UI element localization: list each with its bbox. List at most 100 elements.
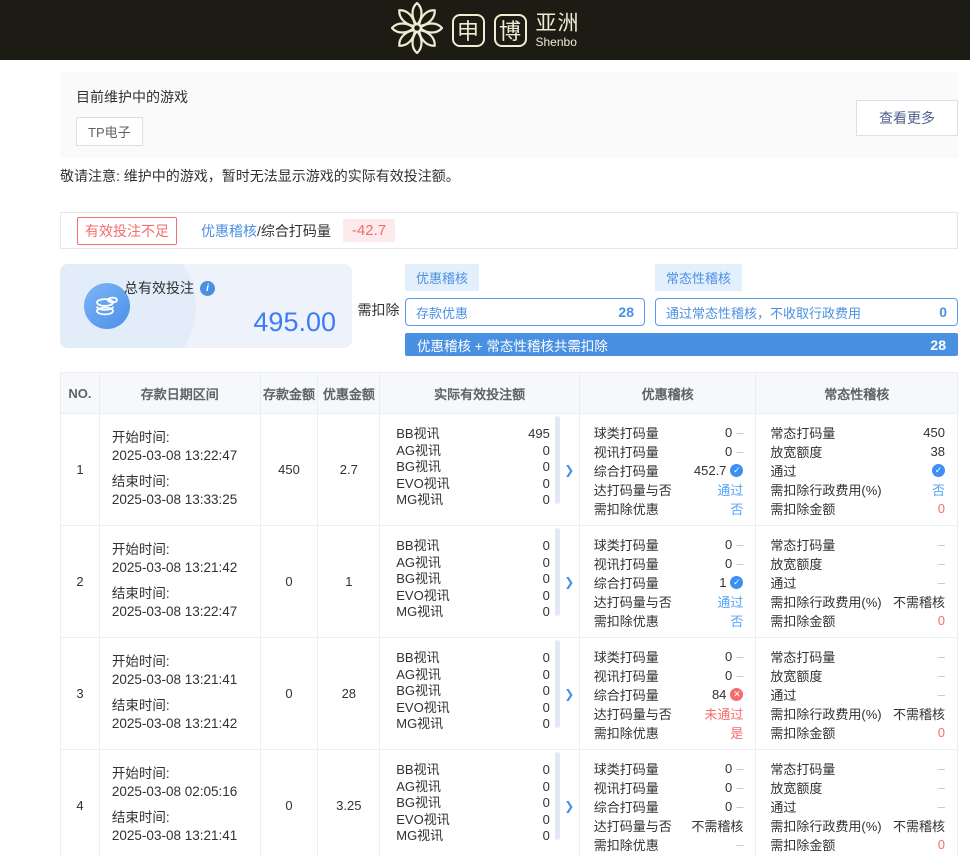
kv-row: 常态打码量– bbox=[770, 535, 945, 554]
kv-value: 不需稽核 bbox=[893, 704, 945, 723]
header-valid-bets: 实际有效投注额 bbox=[380, 373, 580, 413]
game-row: EVO视讯0 bbox=[396, 476, 550, 493]
games-scrollbar-thumb[interactable] bbox=[555, 416, 560, 504]
game-name: AG视讯 bbox=[396, 555, 441, 572]
game-name: AG视讯 bbox=[396, 779, 441, 796]
start-time-label: 开始时间: bbox=[112, 541, 260, 559]
header-promo-audit: 优惠稽核 bbox=[580, 373, 757, 413]
kv-row: 综合打码量0– bbox=[594, 797, 744, 816]
expand-cell: ❯ bbox=[560, 414, 580, 525]
kv-label: 达打码量与否 bbox=[594, 704, 672, 723]
kv-value: 0 bbox=[938, 613, 945, 628]
kv-label: 需扣除行政费用(%) bbox=[770, 592, 881, 611]
valid-bets-cell: BB视讯495AG视讯0BG视讯0EVO视讯0MG视讯0 bbox=[380, 414, 560, 525]
kv-row: 视讯打码量0– bbox=[594, 554, 744, 573]
game-value: 0 bbox=[543, 795, 550, 812]
end-time-value: 2025-03-08 13:22:47 bbox=[112, 603, 260, 621]
check-circle-icon: ✓ bbox=[730, 576, 743, 589]
insufficient-bet-badge: 有效投注不足 bbox=[77, 217, 177, 245]
main-content: 目前维护中的游戏 TP电子 查看更多 敬请注意: 维护中的游戏，暂时无法显示游戏… bbox=[60, 72, 958, 857]
kv-row: 需扣除金额0 bbox=[770, 611, 945, 630]
end-time-label: 结束时间: bbox=[112, 809, 260, 827]
expand-cell: ❯ bbox=[560, 526, 580, 637]
kv-value: – bbox=[938, 799, 945, 814]
game-name: EVO视讯 bbox=[396, 476, 449, 493]
kv-label: 常态打码量 bbox=[770, 647, 835, 666]
kv-row: 球类打码量0– bbox=[594, 647, 744, 666]
kv-label: 达打码量与否 bbox=[594, 816, 672, 835]
game-row: MG视讯0 bbox=[396, 492, 550, 509]
kv-value: 是 bbox=[730, 723, 743, 742]
logo-region: 亚洲 bbox=[536, 13, 580, 34]
game-value: 0 bbox=[543, 459, 550, 476]
kv-value: 0– bbox=[725, 444, 743, 459]
normal-audit-tab[interactable]: 常态性稽核 bbox=[655, 264, 742, 291]
kv-row: 通过– bbox=[770, 797, 945, 816]
kv-row: 达打码量与否 未通过 bbox=[594, 704, 744, 723]
kv-label: 需扣除优惠 bbox=[594, 835, 659, 854]
end-time-value: 2025-03-08 13:33:25 bbox=[112, 491, 260, 509]
chevron-right-icon[interactable]: ❯ bbox=[564, 575, 574, 589]
normal-audit-label: 通过常态性稽核，不收取行政费用 bbox=[666, 303, 861, 322]
kv-label: 视讯打码量 bbox=[594, 442, 659, 461]
header-bonus-amount: 优惠金额 bbox=[318, 373, 380, 413]
shortfall-value: -42.7 bbox=[343, 219, 395, 242]
deposit-promo-label: 存款优惠 bbox=[416, 303, 468, 322]
game-value: 0 bbox=[543, 555, 550, 572]
kv-row: 综合打码量1✓ bbox=[594, 573, 744, 592]
kv-label: 放宽额度 bbox=[770, 666, 822, 685]
kv-row: 需扣除优惠否 bbox=[594, 611, 744, 630]
games-scrollbar-thumb[interactable] bbox=[555, 752, 560, 840]
view-more-button[interactable]: 查看更多 bbox=[856, 100, 958, 136]
kv-row: 放宽额度– bbox=[770, 666, 945, 685]
kv-label: 综合打码量 bbox=[594, 573, 659, 592]
game-row: EVO视讯0 bbox=[396, 588, 550, 605]
total-bet-label: 总有效投注 bbox=[124, 278, 194, 298]
chevron-right-icon[interactable]: ❯ bbox=[564, 687, 574, 701]
kv-row: 需扣除金额0 bbox=[770, 835, 945, 854]
promo-audit-cell: 球类打码量0–视讯打码量0–综合打码量1✓达打码量与否通过需扣除优惠否 bbox=[580, 526, 757, 637]
kv-value: – bbox=[938, 761, 945, 776]
kv-value: 否 bbox=[730, 611, 743, 630]
end-time-value: 2025-03-08 13:21:42 bbox=[112, 715, 260, 733]
game-name: BG视讯 bbox=[396, 683, 441, 700]
kv-label: 放宽额度 bbox=[770, 442, 822, 461]
kv-value: – bbox=[938, 556, 945, 571]
start-time-value: 2025-03-08 13:22:47 bbox=[112, 447, 260, 465]
deposit-promo-field[interactable]: 存款优惠 28 bbox=[405, 298, 645, 326]
check-circle-icon: ✓ bbox=[730, 464, 743, 477]
game-value: 0 bbox=[543, 538, 550, 555]
promo-audit-link[interactable]: 优惠稽核 bbox=[201, 221, 257, 241]
game-value: 0 bbox=[543, 762, 550, 779]
valid-bets-cell: BB视讯0AG视讯0BG视讯0EVO视讯0MG视讯0 bbox=[380, 638, 560, 749]
game-row: BG视讯0 bbox=[396, 683, 550, 700]
games-scrollbar-thumb[interactable] bbox=[555, 640, 560, 728]
kv-label: 视讯打码量 bbox=[594, 554, 659, 573]
kv-value: 38 bbox=[931, 444, 945, 459]
total-bet-card: 总有效投注 i 495.00 bbox=[60, 264, 352, 348]
table-row: 2开始时间:2025-03-08 13:21:42结束时间:2025-03-08… bbox=[61, 525, 957, 637]
info-icon[interactable]: i bbox=[200, 281, 215, 296]
kv-label: 综合打码量 bbox=[594, 797, 659, 816]
normal-audit-column: 常态性稽核 通过常态性稽核，不收取行政费用 0 bbox=[655, 264, 958, 326]
kv-label: 放宽额度 bbox=[770, 554, 822, 573]
kv-value: 不需稽核 bbox=[893, 592, 945, 611]
kv-label: 综合打码量 bbox=[594, 461, 659, 480]
kv-value: ✓ bbox=[932, 464, 945, 477]
kv-label: 常态打码量 bbox=[770, 535, 835, 554]
kv-label: 视讯打码量 bbox=[594, 666, 659, 685]
summary-section: 总有效投注 i 495.00 需扣除 优惠稽核 存款优惠 28 常 bbox=[60, 264, 958, 356]
kv-row: 通过✓ bbox=[770, 461, 945, 480]
kv-value: 未通过 bbox=[704, 704, 743, 723]
normal-audit-field[interactable]: 通过常态性稽核，不收取行政费用 0 bbox=[655, 298, 958, 326]
chevron-right-icon[interactable]: ❯ bbox=[564, 799, 574, 813]
normal-audit-cell: 常态打码量450放宽额度38通过✓需扣除行政费用(%)否需扣除金额0 bbox=[756, 414, 957, 525]
games-scrollbar-thumb[interactable] bbox=[555, 528, 560, 616]
kv-value: 0– bbox=[725, 425, 743, 440]
kv-row: 需扣除行政费用(%)否 bbox=[770, 480, 945, 499]
chevron-right-icon[interactable]: ❯ bbox=[564, 463, 574, 477]
maintenance-notice: 敬请注意: 维护中的游戏，暂时无法显示游戏的实际有效投注额。 bbox=[60, 166, 958, 186]
game-name: BG视讯 bbox=[396, 571, 441, 588]
promo-audit-tab[interactable]: 优惠稽核 bbox=[405, 264, 479, 291]
kv-value: 0 bbox=[938, 501, 945, 516]
